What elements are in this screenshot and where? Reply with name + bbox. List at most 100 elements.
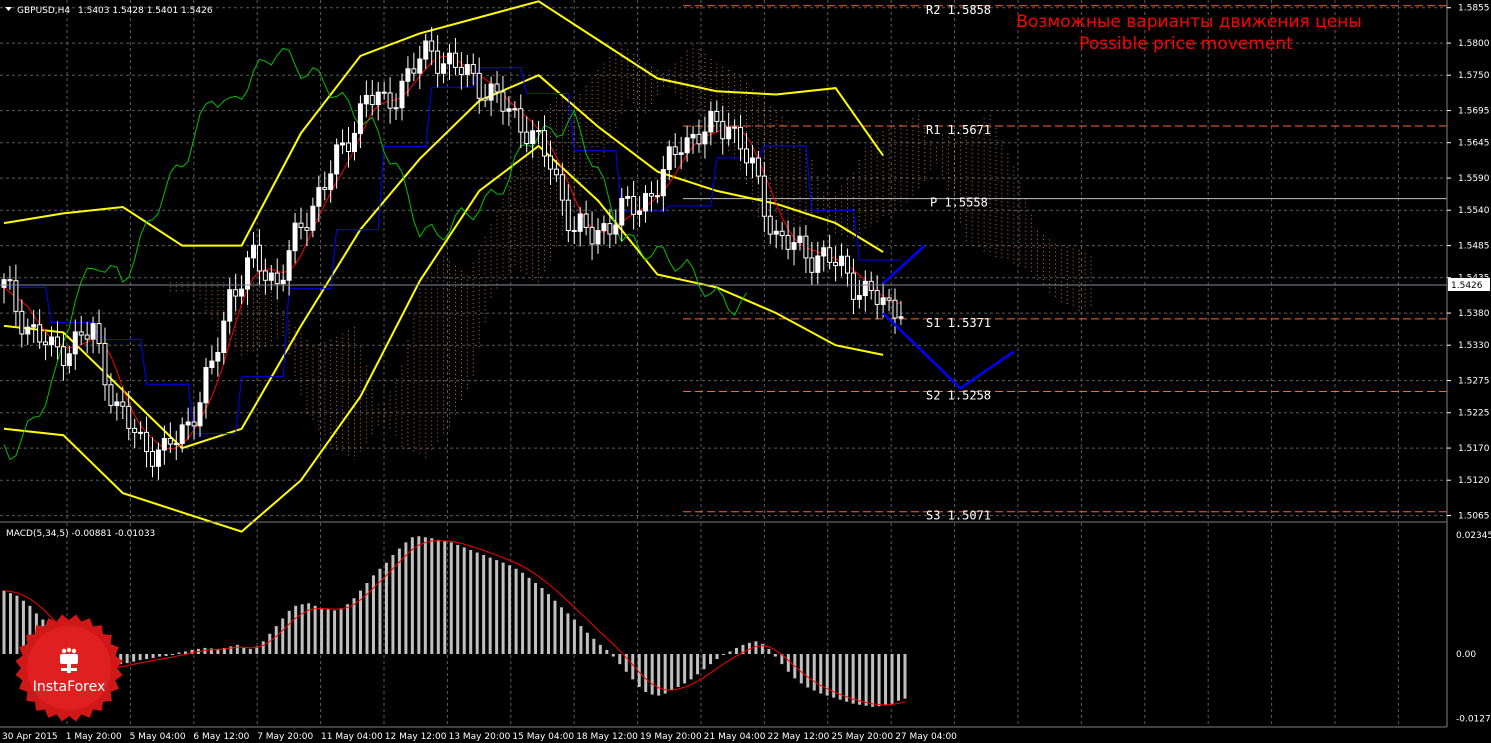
chart-header: GBPUSD,H4 1.5403 1.5428 1.5401 1.5426: [5, 6, 213, 16]
candle-body-35: [209, 360, 215, 369]
candle-body-86: [512, 108, 518, 111]
candle-body-58: [346, 142, 352, 152]
candle-body-110: [654, 195, 660, 198]
candle-body-132: [785, 235, 791, 250]
candle-body-24: [144, 431, 150, 453]
candle-body-85: [506, 108, 512, 112]
price-tick-label-14: 1.5120: [1458, 476, 1490, 486]
candle-body-94: [559, 174, 565, 201]
candle-body-73: [435, 50, 441, 74]
candle-body-118: [702, 131, 708, 145]
candle-body-77: [458, 66, 464, 75]
price-tick-label-7: 1.5485: [1458, 242, 1490, 252]
candle-body-129: [767, 215, 773, 235]
time-label-3: 6 May 12:00: [193, 732, 249, 742]
price-tick-label-9: 1.5380: [1458, 309, 1490, 319]
gbpusd-h4-chart[interactable]: R2 1.5858 R1 1.5671 P 1.5558 S1 1.5371 S2 1.…: [0, 0, 1491, 743]
candle-body-145: [862, 280, 868, 297]
price-tick-label-15: 1.5065: [1458, 512, 1490, 522]
candle-body-54: [322, 187, 328, 190]
candle-body-126: [749, 157, 755, 164]
macd-tick-label-0: 0.02345: [1456, 531, 1491, 541]
price-tick-label-4: 1.5645: [1458, 139, 1490, 149]
candle-body-106: [631, 195, 637, 215]
candle-body-5: [31, 324, 37, 328]
candle-body-117: [696, 133, 702, 145]
annotation-title-en: Possible price movement: [1079, 34, 1293, 54]
candle-body-34: [203, 367, 209, 404]
price-tick-label-12: 1.5225: [1458, 409, 1490, 419]
candle-body-137: [815, 255, 821, 273]
candle-body-44: [262, 270, 268, 281]
candle-body-81: [482, 97, 488, 101]
current-price-label: 1.5426: [1451, 281, 1483, 291]
candle-body-79: [470, 64, 476, 74]
candle-body-142: [844, 255, 850, 274]
price-tick-label-2: 1.5750: [1458, 71, 1490, 81]
candle-body-25: [150, 451, 155, 467]
candle-body-21: [126, 405, 132, 429]
candle-body-0: [1, 279, 7, 288]
candle-body-51: [304, 226, 310, 231]
candle-body-133: [791, 242, 797, 250]
candle-body-30: [179, 424, 185, 445]
chart-background: [0, 0, 1491, 743]
candle-body-121: [720, 120, 726, 140]
time-label-5: 11 May 04:00: [321, 732, 383, 742]
time-label-1: 1 May 20:00: [66, 732, 122, 742]
ohlc-values: 1.5403 1.5428 1.5401 1.5426: [78, 6, 213, 16]
candle-body-45: [268, 272, 274, 281]
candle-body-148: [880, 297, 886, 305]
time-label-10: 19 May 20:00: [640, 732, 702, 742]
price-tick-label-6: 1.5540: [1458, 206, 1490, 216]
candle-body-143: [850, 272, 856, 300]
candle-body-16: [96, 323, 102, 344]
candle-body-78: [464, 64, 470, 75]
candle-body-4: [25, 326, 31, 335]
candle-body-1: [7, 279, 13, 282]
candle-body-26: [155, 449, 161, 467]
candle-body-65: [387, 92, 393, 109]
price-tick-label-3: 1.5695: [1458, 107, 1490, 117]
candle-body-89: [530, 130, 536, 145]
candle-body-150: [892, 299, 898, 319]
candle-body-66: [393, 107, 399, 110]
candle-body-80: [476, 72, 482, 99]
time-label-12: 22 May 12:00: [768, 732, 830, 742]
candle-body-3: [19, 310, 25, 335]
candle-body-114: [678, 152, 684, 156]
candle-body-101: [601, 223, 607, 232]
candle-body-68: [405, 68, 411, 82]
time-label-0: 30 Apr 2015: [2, 732, 58, 742]
candle-body-109: [648, 193, 654, 197]
candle-body-56: [334, 144, 340, 175]
candle-body-46: [274, 272, 280, 285]
candle-body-96: [571, 230, 577, 233]
candle-body-105: [625, 195, 631, 199]
candle-body-12: [72, 331, 78, 355]
time-label-7: 13 May 20:00: [449, 732, 511, 742]
candle-body-74: [441, 63, 447, 74]
candle-body-128: [761, 175, 767, 217]
time-axis: 30 Apr 2015 1 May 20:00 5 May 04:00 6 May 1…: [2, 732, 957, 742]
candle-body-71: [423, 40, 429, 60]
time-label-13: 25 May 20:00: [831, 732, 893, 742]
candle-body-37: [221, 320, 227, 353]
macd-tick-label-1: 0.00: [1456, 650, 1476, 660]
candle-body-124: [738, 126, 744, 150]
candle-body-75: [447, 52, 452, 65]
candle-body-60: [357, 103, 363, 134]
candle-body-18: [108, 384, 114, 406]
candle-body-83: [494, 83, 500, 93]
annotation-title-ru: Возможные варианты движения цены: [1016, 12, 1362, 32]
candle-body-39: [233, 289, 239, 297]
time-label-9: 18 May 12:00: [576, 732, 638, 742]
candle-body-125: [744, 148, 749, 164]
macd-label: MACD(5,34,5) -0.00881 -0.01033: [6, 529, 155, 539]
candle-body-147: [874, 290, 880, 305]
pivot-label-5: S3 1.5071: [926, 509, 991, 523]
macd-tick-label-2: -0.0127: [1456, 714, 1491, 724]
candle-body-28: [167, 437, 173, 445]
pivot-label-1: R1 1.5671: [926, 123, 991, 137]
candle-body-10: [60, 346, 66, 367]
